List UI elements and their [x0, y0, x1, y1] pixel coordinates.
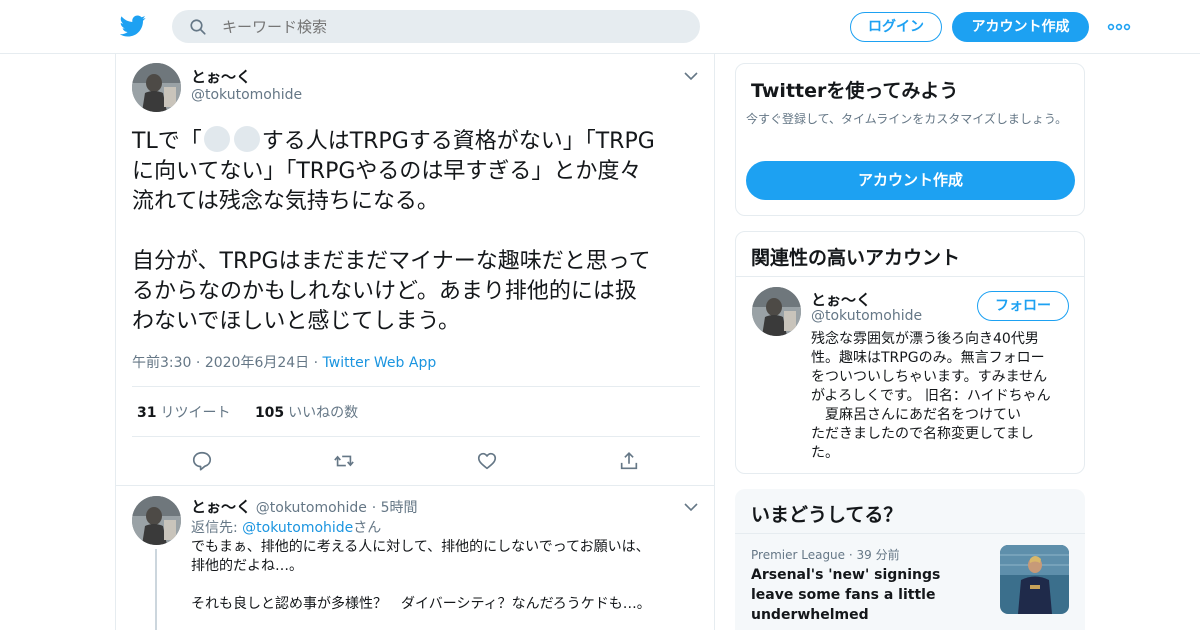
search-icon — [190, 19, 206, 35]
author-name[interactable]: とぉ～く — [191, 66, 251, 87]
signup-button[interactable]: アカウント作成 — [952, 12, 1089, 42]
tweet-metadata: 午前3:30 · 2020年6月24日 · Twitter Web App — [132, 355, 437, 371]
share-icon[interactable] — [618, 450, 640, 472]
emoji-placeholder — [233, 126, 260, 152]
thread-line — [155, 549, 157, 630]
related-accounts-card: 関連性の高いアカウント とぉ～く @tokutomohide フォロー 残念な雰… — [735, 231, 1085, 474]
retweet-icon[interactable] — [333, 450, 355, 472]
signup-card-title: Twitterを使ってみよう — [751, 80, 959, 102]
author-handle[interactable]: @tokutomohide — [191, 87, 302, 103]
divider — [132, 386, 700, 387]
search-input[interactable] — [222, 10, 682, 43]
author-name[interactable]: とぉ～く — [191, 498, 251, 516]
account-name[interactable]: とぉ～く — [811, 289, 871, 310]
search-box[interactable] — [172, 10, 700, 43]
tweet-date[interactable]: 2020年6月24日 — [205, 355, 309, 371]
reply-icon[interactable] — [191, 450, 213, 472]
avatar[interactable] — [752, 287, 801, 336]
reply-context: 返信先: @tokutomohideさん — [191, 520, 382, 536]
avatar[interactable] — [132, 496, 181, 545]
trend-thumbnail[interactable] — [1000, 545, 1069, 614]
chevron-down-icon[interactable] — [684, 502, 698, 512]
signup-card-subtitle: 今すぐ登録して、タイムラインをカスタマイズしましょう。 — [746, 112, 1068, 126]
signup-card: Twitterを使ってみよう 今すぐ登録して、タイムラインをカスタマイズしましょ… — [735, 63, 1085, 216]
trend-meta: Premier League · 39 分前 — [751, 548, 900, 562]
emoji-placeholder — [203, 126, 230, 152]
account-bio: 残念な雰囲気が漂う後ろ向き40代男 性。趣味はTRPGのみ。無言フォロー をつい… — [811, 331, 1051, 461]
like-label[interactable]: いいねの数 — [288, 405, 358, 421]
twitter-bird-icon[interactable] — [120, 13, 146, 39]
retweet-label[interactable]: リツイート — [160, 405, 230, 421]
login-button[interactable]: ログイン — [850, 12, 942, 42]
more-dots-icon[interactable] — [1107, 19, 1131, 35]
tweet-source[interactable]: Twitter Web App — [323, 355, 437, 371]
tweet-text: TLで「 する人はTRPGする資格がない」「TRPG に向いてない」「TRPGやる… — [132, 126, 704, 337]
account-handle[interactable]: @tokutomohide — [811, 308, 922, 324]
avatar[interactable] — [132, 63, 181, 112]
whats-happening-card: いまどうしてる？ Premier League · 39 分前 Arsenal'… — [735, 489, 1085, 630]
divider — [116, 485, 714, 486]
reply-age[interactable]: 5時間 — [381, 500, 418, 516]
trend-headline[interactable]: Arsenal's 'new' signings leave some fans… — [751, 565, 983, 625]
tweet-column: とぉ～く @tokutomohide TLで「 する人はTRPGする資格がない」「… — [115, 54, 715, 630]
trends-card-title: いまどうしてる？ — [751, 504, 903, 526]
author-handle[interactable]: @tokutomohide — [256, 500, 367, 516]
reply-header: とぉ～く @tokutomohide · 5時間 — [191, 498, 418, 516]
reply-text: でもまぁ、排他的に考える人に対して、排他的にしないでってお願いは、 排他的だよね… — [191, 539, 651, 612]
tweet-stats: 31 リツイート 105 いいねの数 — [137, 402, 358, 422]
related-card-title: 関連性の高いアカウント — [751, 247, 961, 269]
top-bar: ログイン アカウント作成 — [0, 0, 1200, 54]
create-account-button[interactable]: アカウント作成 — [746, 161, 1075, 200]
follow-button[interactable]: フォロー — [977, 291, 1069, 321]
reply-to-link[interactable]: @tokutomohide — [242, 520, 353, 536]
divider — [132, 436, 700, 437]
heart-icon[interactable] — [476, 450, 498, 472]
tweet-time[interactable]: 午前3:30 — [132, 355, 191, 371]
like-count[interactable]: 105 — [255, 405, 284, 421]
retweet-count[interactable]: 31 — [137, 405, 156, 421]
chevron-down-icon[interactable] — [684, 71, 698, 81]
